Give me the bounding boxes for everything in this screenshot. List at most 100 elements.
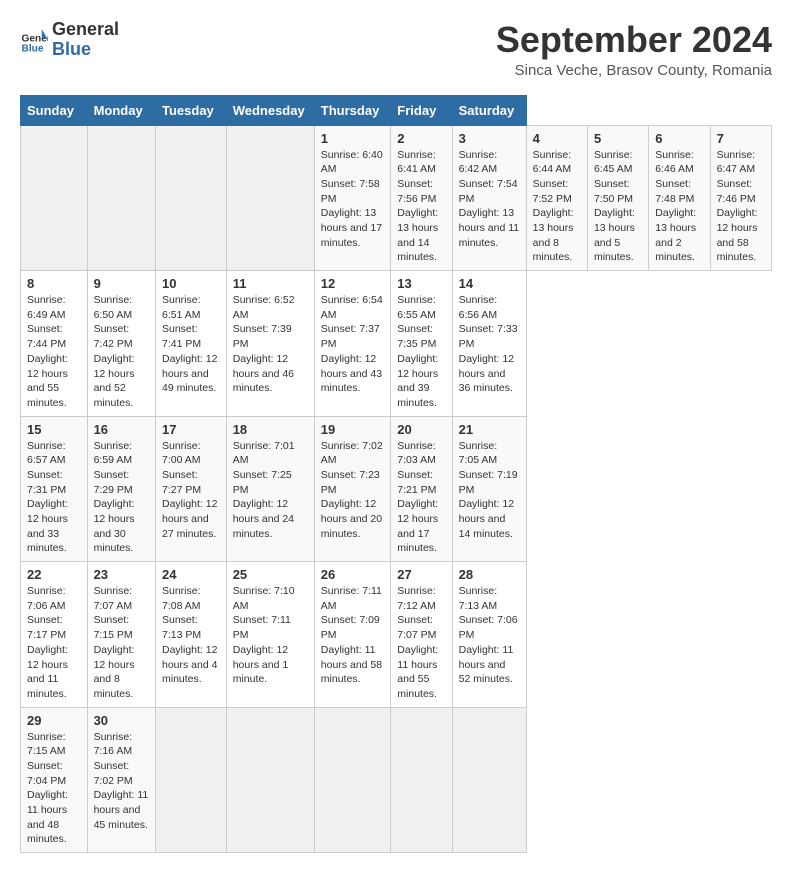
calendar-cell: 23 Sunrise: 7:07 AMSunset: 7:15 PMDayligh… — [87, 562, 155, 708]
day-number: 8 — [27, 276, 81, 291]
cell-info: Sunrise: 7:03 AMSunset: 7:21 PMDaylight:… — [397, 439, 445, 557]
cell-info: Sunrise: 7:12 AMSunset: 7:07 PMDaylight:… — [397, 584, 445, 702]
day-number: 4 — [533, 131, 581, 146]
header-cell-tuesday: Tuesday — [156, 95, 227, 125]
day-number: 27 — [397, 567, 445, 582]
logo-text: General Blue — [52, 20, 119, 60]
cell-info: Sunrise: 6:49 AMSunset: 7:44 PMDaylight:… — [27, 293, 81, 411]
day-number: 23 — [94, 567, 149, 582]
header-row: SundayMondayTuesdayWednesdayThursdayFrid… — [21, 95, 772, 125]
cell-info: Sunrise: 7:02 AMSunset: 7:23 PMDaylight:… — [321, 439, 385, 542]
day-number: 2 — [397, 131, 445, 146]
logo-line2: Blue — [52, 40, 119, 60]
cell-info: Sunrise: 7:08 AMSunset: 7:13 PMDaylight:… — [162, 584, 220, 687]
calendar-cell — [391, 707, 452, 853]
calendar-table: SundayMondayTuesdayWednesdayThursdayFrid… — [20, 95, 772, 854]
cell-info: Sunrise: 7:00 AMSunset: 7:27 PMDaylight:… — [162, 439, 220, 542]
cell-info: Sunrise: 7:01 AMSunset: 7:25 PMDaylight:… — [233, 439, 308, 542]
calendar-cell: 3Sunrise: 6:42 AMSunset: 7:54 PMDaylight… — [452, 125, 526, 271]
header-cell-saturday: Saturday — [452, 95, 526, 125]
week-row-4: 22Sunrise: 7:06 AMSunset: 7:17 PMDayligh… — [21, 562, 772, 708]
calendar-cell: 2 Sunrise: 6:41 AMSunset: 7:56 PMDaylight… — [391, 125, 452, 271]
day-number: 20 — [397, 422, 445, 437]
calendar-cell: 17Sunrise: 7:00 AMSunset: 7:27 PMDayligh… — [156, 416, 227, 562]
day-number: 6 — [655, 131, 703, 146]
calendar-cell: 11 Sunrise: 6:52 AMSunset: 7:39 PMDayligh… — [226, 271, 314, 417]
day-number: 5 — [594, 131, 642, 146]
cell-info: Sunrise: 7:05 AMSunset: 7:19 PMDaylight:… — [459, 439, 520, 542]
day-number: 29 — [27, 713, 81, 728]
cell-info: Sunrise: 6:54 AMSunset: 7:37 PMDaylight:… — [321, 293, 385, 396]
header-cell-wednesday: Wednesday — [226, 95, 314, 125]
cell-info: Sunrise: 6:57 AMSunset: 7:31 PMDaylight:… — [27, 439, 81, 557]
day-number: 1 — [321, 131, 385, 146]
week-row-3: 15 Sunrise: 6:57 AMSunset: 7:31 PMDayligh… — [21, 416, 772, 562]
week-row-2: 8 Sunrise: 6:49 AMSunset: 7:44 PMDaylight… — [21, 271, 772, 417]
calendar-cell — [87, 125, 155, 271]
day-number: 9 — [94, 276, 149, 291]
day-number: 25 — [233, 567, 308, 582]
calendar-cell — [226, 125, 314, 271]
calendar-cell: 6 Sunrise: 6:46 AMSunset: 7:48 PMDaylight… — [649, 125, 710, 271]
cell-info: Sunrise: 7:11 AMSunset: 7:09 PMDaylight:… — [321, 584, 385, 687]
calendar-cell: 5 Sunrise: 6:45 AMSunset: 7:50 PMDaylight… — [587, 125, 648, 271]
title-block: September 2024 Sinca Veche, Brasov Count… — [496, 20, 772, 79]
page-header: General Blue General Blue September 2024… — [20, 20, 772, 79]
calendar-cell: 26 Sunrise: 7:11 AMSunset: 7:09 PMDayligh… — [314, 562, 391, 708]
calendar-cell: 18 Sunrise: 7:01 AMSunset: 7:25 PMDayligh… — [226, 416, 314, 562]
cell-info: Sunrise: 6:40 AMSunset: 7:58 PMDaylight:… — [321, 148, 385, 251]
cell-info: Sunrise: 6:59 AMSunset: 7:29 PMDaylight:… — [94, 439, 149, 557]
cell-info: Sunrise: 6:45 AMSunset: 7:50 PMDaylight:… — [594, 148, 642, 266]
calendar-cell — [452, 707, 526, 853]
day-number: 24 — [162, 567, 220, 582]
calendar-cell: 9 Sunrise: 6:50 AMSunset: 7:42 PMDaylight… — [87, 271, 155, 417]
calendar-cell: 10Sunrise: 6:51 AMSunset: 7:41 PMDayligh… — [156, 271, 227, 417]
logo-icon: General Blue — [20, 26, 48, 54]
calendar-cell: 8 Sunrise: 6:49 AMSunset: 7:44 PMDaylight… — [21, 271, 88, 417]
calendar-cell: 28Sunrise: 7:13 AMSunset: 7:06 PMDayligh… — [452, 562, 526, 708]
calendar-cell: 12 Sunrise: 6:54 AMSunset: 7:37 PMDayligh… — [314, 271, 391, 417]
logo-line1: General — [52, 20, 119, 40]
cell-info: Sunrise: 6:41 AMSunset: 7:56 PMDaylight:… — [397, 148, 445, 266]
day-number: 11 — [233, 276, 308, 291]
calendar-cell: 22Sunrise: 7:06 AMSunset: 7:17 PMDayligh… — [21, 562, 88, 708]
header-cell-monday: Monday — [87, 95, 155, 125]
svg-text:Blue: Blue — [22, 43, 44, 53]
week-row-5: 29 Sunrise: 7:15 AMSunset: 7:04 PMDayligh… — [21, 707, 772, 853]
calendar-cell: 7 Sunrise: 6:47 AMSunset: 7:46 PMDaylight… — [710, 125, 771, 271]
calendar-cell — [226, 707, 314, 853]
day-number: 15 — [27, 422, 81, 437]
calendar-cell: 29 Sunrise: 7:15 AMSunset: 7:04 PMDayligh… — [21, 707, 88, 853]
cell-info: Sunrise: 7:10 AMSunset: 7:11 PMDaylight:… — [233, 584, 308, 687]
day-number: 30 — [94, 713, 149, 728]
day-number: 26 — [321, 567, 385, 582]
week-row-1: 1 Sunrise: 6:40 AMSunset: 7:58 PMDaylight… — [21, 125, 772, 271]
calendar-cell: 15 Sunrise: 6:57 AMSunset: 7:31 PMDayligh… — [21, 416, 88, 562]
cell-info: Sunrise: 7:13 AMSunset: 7:06 PMDaylight:… — [459, 584, 520, 687]
cell-info: Sunrise: 7:15 AMSunset: 7:04 PMDaylight:… — [27, 730, 81, 848]
header-cell-thursday: Thursday — [314, 95, 391, 125]
cell-info: Sunrise: 6:47 AMSunset: 7:46 PMDaylight:… — [717, 148, 765, 266]
calendar-cell: 4 Sunrise: 6:44 AMSunset: 7:52 PMDaylight… — [526, 125, 587, 271]
logo: General Blue General Blue — [20, 20, 119, 60]
calendar-cell: 16Sunrise: 6:59 AMSunset: 7:29 PMDayligh… — [87, 416, 155, 562]
calendar-cell — [156, 125, 227, 271]
location-subtitle: Sinca Veche, Brasov County, Romania — [496, 62, 772, 79]
cell-info: Sunrise: 7:07 AMSunset: 7:15 PMDaylight:… — [94, 584, 149, 702]
cell-info: Sunrise: 6:44 AMSunset: 7:52 PMDaylight:… — [533, 148, 581, 266]
day-number: 12 — [321, 276, 385, 291]
day-number: 18 — [233, 422, 308, 437]
calendar-cell: 19Sunrise: 7:02 AMSunset: 7:23 PMDayligh… — [314, 416, 391, 562]
cell-info: Sunrise: 6:56 AMSunset: 7:33 PMDaylight:… — [459, 293, 520, 396]
calendar-cell: 27 Sunrise: 7:12 AMSunset: 7:07 PMDayligh… — [391, 562, 452, 708]
day-number: 21 — [459, 422, 520, 437]
month-title: September 2024 — [496, 20, 772, 60]
calendar-cell: 24 Sunrise: 7:08 AMSunset: 7:13 PMDayligh… — [156, 562, 227, 708]
day-number: 7 — [717, 131, 765, 146]
cell-info: Sunrise: 6:52 AMSunset: 7:39 PMDaylight:… — [233, 293, 308, 396]
day-number: 13 — [397, 276, 445, 291]
calendar-cell — [21, 125, 88, 271]
cell-info: Sunrise: 6:50 AMSunset: 7:42 PMDaylight:… — [94, 293, 149, 411]
cell-info: Sunrise: 6:46 AMSunset: 7:48 PMDaylight:… — [655, 148, 703, 266]
day-number: 10 — [162, 276, 220, 291]
